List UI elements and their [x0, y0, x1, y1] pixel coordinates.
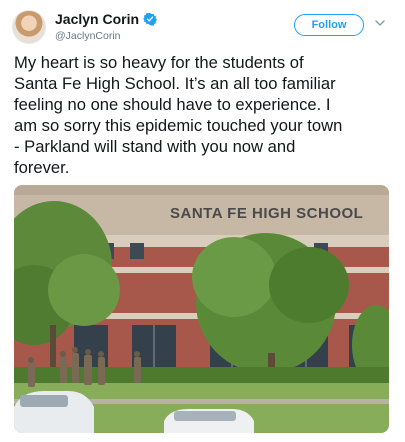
verified-badge-icon [143, 12, 157, 26]
tweet-photo[interactable]: SANTA FE HIGH SCHOOL [14, 185, 389, 433]
school-sign-text: SANTA FE HIGH SCHOOL [170, 205, 363, 222]
avatar[interactable] [12, 10, 46, 44]
user-handle[interactable]: @JaclynCorin [55, 30, 121, 42]
display-name[interactable]: Jaclyn Corin [55, 11, 139, 27]
chevron-down-icon[interactable] [374, 17, 386, 29]
tweet-text: My heart is so heavy for the students of… [14, 53, 343, 177]
school-photo-illustration: SANTA FE HIGH SCHOOL [14, 185, 389, 433]
follow-button[interactable]: Follow [294, 14, 364, 36]
author-name-row[interactable]: Jaclyn Corin [55, 11, 157, 27]
